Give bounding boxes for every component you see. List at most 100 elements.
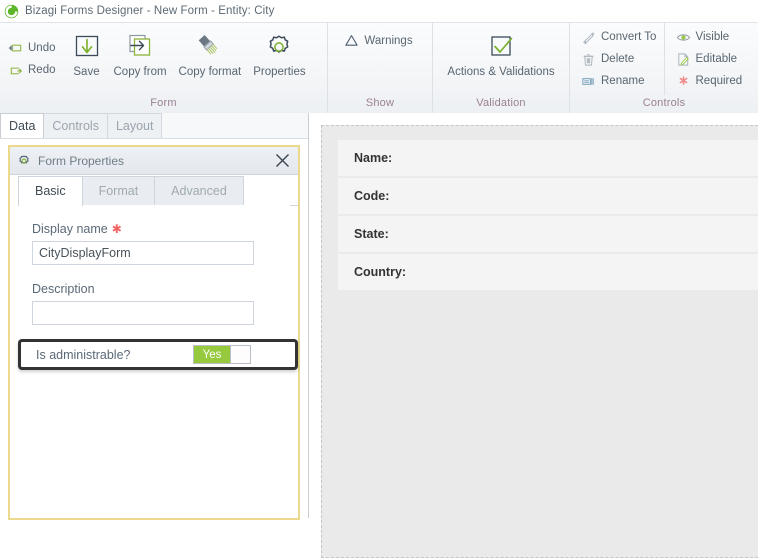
redo-icon <box>10 67 22 74</box>
gear-icon <box>19 154 29 164</box>
wand-icon <box>583 31 595 44</box>
redo-label: Redo <box>28 64 56 76</box>
app-window: Bizagi Forms Designer - New Form - Entit… <box>0 0 758 558</box>
copy-format-button[interactable]: Copy format <box>173 28 248 79</box>
form-canvas[interactable]: Name: Code: State: Country: <box>309 113 758 558</box>
display-name-label-row: Display name ✱ <box>32 222 278 236</box>
subtab-format-label: Format <box>98 184 139 198</box>
ribbon-group-validation: Actions & Validations Validation <box>432 23 569 113</box>
description-input[interactable] <box>32 301 254 325</box>
field-spacer <box>32 265 278 282</box>
visible-label: Visible <box>695 31 730 43</box>
undo-button[interactable]: Undo <box>5 39 62 58</box>
ribbon-group-label-validation: Validation <box>476 97 526 109</box>
tab-controls-label: Controls <box>52 119 99 133</box>
ribbon-group-show: Warnings Show <box>327 23 432 113</box>
form-preview-surface[interactable]: Name: Code: State: Country: <box>321 125 758 558</box>
editable-label: Editable <box>695 53 738 65</box>
required-asterisk-icon: ✱ <box>111 222 122 236</box>
close-icon[interactable] <box>274 152 291 169</box>
rename-label: Rename <box>601 75 645 87</box>
actions-validations-label: Actions & Validations <box>447 66 555 78</box>
display-name-input[interactable] <box>32 241 254 265</box>
visible-button[interactable]: Visible <box>673 28 749 47</box>
subtab-basic-label: Basic <box>35 184 66 198</box>
form-properties-body: Display name ✱ Description Is administra… <box>10 206 298 370</box>
ribbon-group-form: Undo Redo Save Copy from Copy format Pro… <box>0 23 327 113</box>
save-label: Save <box>73 66 100 78</box>
form-field-label: Name: <box>354 151 393 165</box>
form-row-state[interactable]: State: <box>338 216 758 252</box>
subtab-format[interactable]: Format <box>81 176 156 206</box>
copy-from-icon <box>129 34 151 56</box>
subtab-advanced-label: Advanced <box>171 184 227 198</box>
properties-button[interactable]: Properties <box>247 28 311 79</box>
form-properties-header: Form Properties <box>10 147 298 175</box>
toggle-knob[interactable] <box>230 346 250 363</box>
toggle-state-label: Yes <box>194 346 230 363</box>
form-properties-subtabs: Basic Format Advanced <box>10 175 298 206</box>
form-row-name[interactable]: Name: <box>338 140 758 176</box>
tab-layout-label: Layout <box>115 119 154 133</box>
copy-from-button[interactable]: Copy from <box>108 28 173 79</box>
form-field-label: Code: <box>354 189 390 203</box>
warnings-button[interactable]: Warnings <box>341 31 418 50</box>
ribbon-group-controls: Convert To Delete Rename Visible Editabl… <box>569 23 758 113</box>
properties-label: Properties <box>253 66 306 78</box>
redo-button[interactable]: Redo <box>5 61 62 80</box>
ribbon-group-label-controls: Controls <box>642 97 686 109</box>
title-bar: Bizagi Forms Designer - New Form - Entit… <box>0 0 758 22</box>
copy-format-label: Copy format <box>178 66 242 78</box>
required-button[interactable]: Required <box>673 72 749 91</box>
eye-icon <box>676 33 690 41</box>
subtab-advanced[interactable]: Advanced <box>154 176 244 206</box>
edit-page-icon <box>677 52 689 66</box>
left-pane: Data Controls Layout Form Properties Bas… <box>0 113 309 520</box>
required-label: Required <box>695 75 743 87</box>
actions-validations-button[interactable]: Actions & Validations <box>441 28 560 79</box>
description-label: Description <box>32 282 95 296</box>
undo-label: Undo <box>28 42 56 54</box>
tab-data[interactable]: Data <box>0 113 45 138</box>
editable-button[interactable]: Editable <box>673 50 749 69</box>
tab-data-label: Data <box>9 119 36 133</box>
rename-icon <box>582 77 594 85</box>
delete-label: Delete <box>601 53 635 65</box>
ribbon-group-label-show: Show <box>365 97 395 109</box>
tab-controls[interactable]: Controls <box>43 113 108 138</box>
trash-icon <box>583 53 594 66</box>
convert-to-button[interactable]: Convert To <box>578 28 662 47</box>
display-name-label: Display name <box>32 222 108 236</box>
description-label-row: Description <box>32 282 278 296</box>
subtab-basic[interactable]: Basic <box>18 176 83 206</box>
form-row-code[interactable]: Code: <box>338 178 758 214</box>
delete-button[interactable]: Delete <box>578 50 662 69</box>
warning-triangle-icon <box>345 35 359 46</box>
form-properties-title: Form Properties <box>38 153 125 168</box>
checkbox-check-icon <box>491 36 513 56</box>
copy-format-icon <box>198 35 218 55</box>
ribbon: Undo Redo Save Copy from Copy format Pro… <box>0 22 758 114</box>
asterisk-icon <box>679 75 687 85</box>
workspace: Name: Code: State: Country: Data Control… <box>0 113 758 558</box>
is-administrable-toggle[interactable]: Yes <box>193 345 251 364</box>
is-administrable-row[interactable]: Is administrable? Yes <box>18 339 298 370</box>
copy-from-label: Copy from <box>113 66 167 78</box>
left-pane-tabstrip: Data Controls Layout <box>0 113 308 139</box>
window-title: Bizagi Forms Designer - New Form - Entit… <box>25 5 275 17</box>
gear-icon <box>269 35 289 53</box>
form-properties-panel: Form Properties Basic Format Advanced Di… <box>8 145 300 520</box>
form-row-country[interactable]: Country: <box>338 254 758 290</box>
bizagi-logo-icon <box>4 4 19 18</box>
rename-button[interactable]: Rename <box>578 72 662 91</box>
form-field-label: State: <box>354 227 389 241</box>
subtab-filler <box>242 177 298 206</box>
save-button[interactable]: Save <box>66 28 108 79</box>
ribbon-group-label-form: Form <box>150 97 177 109</box>
is-administrable-label: Is administrable? <box>36 347 131 362</box>
convert-to-label: Convert To <box>601 31 657 43</box>
form-field-label: Country: <box>354 265 407 279</box>
undo-icon <box>8 44 22 51</box>
tab-layout[interactable]: Layout <box>106 113 163 138</box>
save-icon <box>75 35 98 57</box>
